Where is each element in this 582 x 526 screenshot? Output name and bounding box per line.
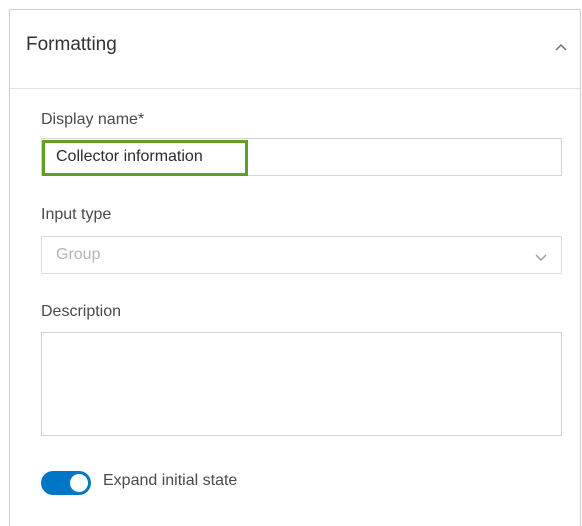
panel-title: Formatting [26, 34, 117, 55]
panel-header[interactable]: Formatting [10, 10, 580, 89]
description-label: Description [41, 303, 122, 320]
input-type-label: Input type [41, 206, 112, 223]
chevron-down-icon [535, 254, 547, 261]
display-name-label: Display name* [41, 111, 145, 128]
formatting-panel: Formatting Display name* Collector infor… [9, 9, 581, 526]
expand-initial-state-label: Expand initial state [103, 472, 238, 489]
expand-initial-state-toggle[interactable] [41, 471, 91, 495]
input-type-value: Group [56, 246, 101, 263]
input-type-select[interactable]: Group [41, 236, 562, 274]
toggle-knob [70, 474, 88, 492]
display-name-field[interactable]: Collector information [41, 138, 562, 176]
display-name-value: Collector information [56, 148, 203, 165]
chevron-up-icon[interactable] [554, 40, 568, 54]
description-textarea[interactable] [41, 332, 562, 436]
